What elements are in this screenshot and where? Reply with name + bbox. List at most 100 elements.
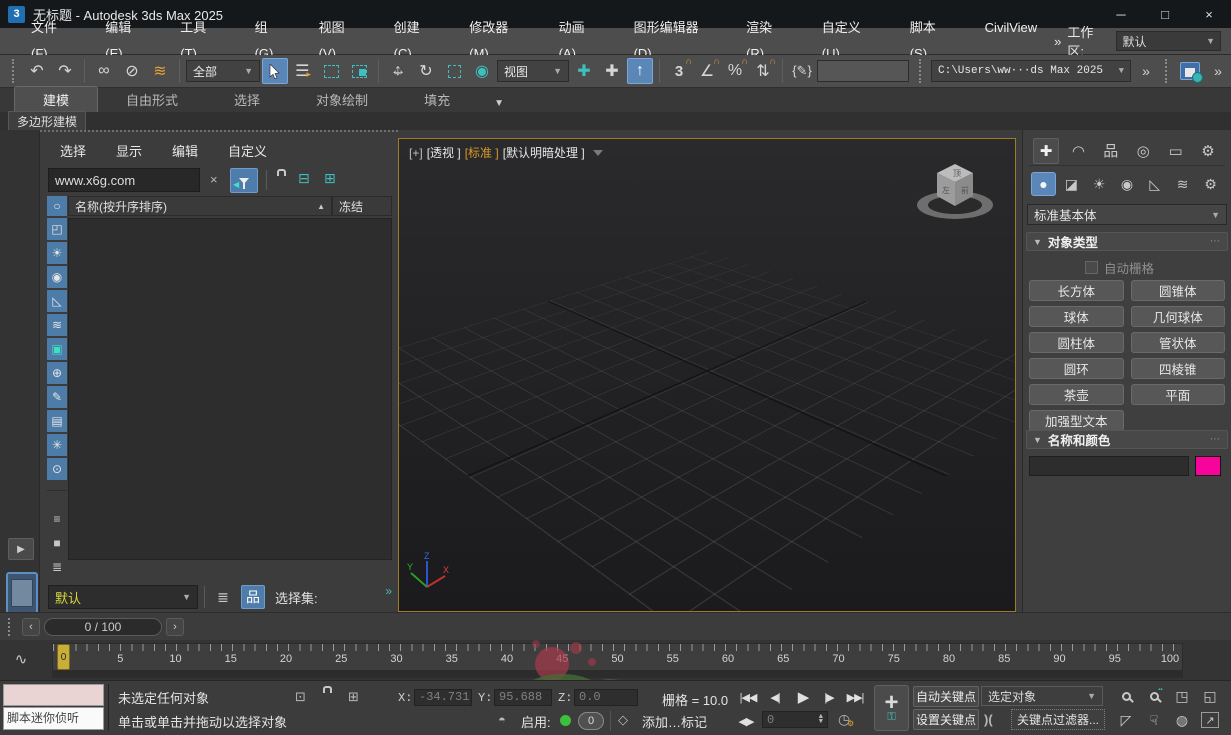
explorer-search-input[interactable] [48,168,200,192]
workspace-dropdown[interactable]: 默认 ▼ [1116,31,1221,51]
name-column-header[interactable]: 名称(按升序排序) ▲ [68,196,332,216]
viewport-menu-style[interactable]: [标准 ] [465,144,499,161]
primitive-button[interactable]: 四棱锥 [1131,358,1226,379]
bind-spacewarp-icon[interactable]: ≋ [147,58,173,84]
solid-view-icon[interactable]: ■ [47,532,67,554]
detail-view-icon[interactable]: ≣ [47,556,67,578]
ribbon-tab-modeling[interactable]: 建模 [14,86,98,112]
geometry-category-icon[interactable]: ● [1031,172,1056,196]
modify-tab-icon[interactable]: ◠ [1065,138,1091,164]
primitive-category-dropdown[interactable]: 标准基本体 ▼ [1027,204,1227,225]
primitive-button[interactable]: 球体 [1029,306,1124,327]
display-cameras-icon[interactable]: ◉ [47,266,67,288]
display-groups-icon[interactable]: ▣ [47,338,67,360]
perspective-viewport[interactable]: [+] [透视 ] [标准 ] [默认明暗处理 ] 顶 左 前 Z X Y [398,138,1016,612]
select-scale-button[interactable] [441,58,467,84]
select-manipulate-button[interactable]: ✚ [599,58,625,84]
undo-icon[interactable]: ↶ [24,58,50,84]
select-rotate-button[interactable]: ↻ [413,58,439,84]
keyboard-override-button[interactable]: ↑ [627,58,653,84]
name-color-rollout-header[interactable]: ▼ 名称和颜色 ⋯ [1026,430,1228,449]
select-object-button[interactable] [262,58,288,84]
object-name-input[interactable] [1029,456,1189,476]
add-marker-text[interactable]: 添加…标记 [642,712,707,731]
zoom-region-icon[interactable]: ◸ [1114,709,1138,731]
clear-search-icon[interactable]: × [210,172,218,187]
ref-coord-dropdown[interactable]: 视图 ▼ [497,60,569,82]
expand-strip-button[interactable]: ▶ [8,538,34,560]
x-coord-field[interactable]: -34.731 [414,689,472,706]
systems-category-icon[interactable]: ⚙ [1198,172,1223,196]
explorer-menu-item[interactable]: 编辑 [172,141,198,160]
key-filters-button[interactable]: 关键点过滤器... [1011,709,1105,730]
use-center-button[interactable]: ✚ [571,58,597,84]
time-slider-handle[interactable]: 0 [57,644,70,670]
link-icon[interactable]: ∞ [91,58,117,84]
filter-button[interactable]: ◀ [230,168,258,193]
current-frame-field[interactable]: 0 ▲ ▼ [762,711,828,728]
zoom-extents-all-icon[interactable]: ◱ [1198,685,1222,707]
per-view-filter-icon[interactable] [593,150,603,156]
shapes-category-icon[interactable]: ◪ [1059,172,1084,196]
pan-icon[interactable]: ☟ [1142,709,1166,731]
viewport-menu-pov[interactable]: [透视 ] [427,144,461,161]
display-bones-icon[interactable]: ✎ [47,386,67,408]
mini-track-bar[interactable] [52,671,1183,678]
shield-toggle-icon[interactable]: ◓ [498,712,506,727]
primitive-button[interactable]: 圆环 [1029,358,1124,379]
explorer-menu-item[interactable]: 选择 [60,141,86,160]
percent-snap-button[interactable]: % ∩ [722,58,748,84]
project-path-dropdown[interactable]: C:\Users\ww···ds Max 2025 ▼ [931,60,1131,82]
explorer-overflow-icon[interactable]: » [385,584,392,598]
spinner-snap-button[interactable]: ⇅ ∩ [750,58,776,84]
select-by-name-button[interactable]: ☰ ▸ [290,58,316,84]
window-crossing-button[interactable] [346,58,372,84]
zoom-icon[interactable] [1114,685,1138,707]
hierarchy-mode-icon[interactable]: 品 [241,585,265,609]
select-place-button[interactable]: ◉ [469,58,495,84]
set-key-button[interactable]: 设置关键点 [913,709,979,730]
goto-end-button[interactable]: ▶▶| [842,687,868,707]
toolbar-overflow-icon[interactable]: » [1133,58,1159,84]
scene-object-list[interactable] [68,218,392,560]
layers-icon[interactable]: ≣ [211,585,235,609]
explorer-menu-item[interactable]: 自定义 [228,141,267,160]
autobackup-save-icon[interactable] [1177,58,1203,84]
y-coord-field[interactable]: 95.688 [494,689,552,706]
redo-icon[interactable]: ↷ [52,58,78,84]
selection-filter-dropdown[interactable]: 全部 ▼ [186,60,260,82]
key-selection-dropdown[interactable]: 选定对象 ▼ [981,686,1103,706]
polygon-modeling-panel-button[interactable]: 多边形建模 [8,111,86,132]
unlink-icon[interactable]: ⊘ [119,58,145,84]
timeline-ruler[interactable]: 0 5 10 15 20 25 30 35 40 45 50 55 60 65 70 75 80 85 90 95 10… [52,643,1183,671]
ribbon-tab-selection[interactable]: 选择 [206,87,288,112]
set-keys-button[interactable]: + ⚿ [874,685,909,731]
key-mode-toggle[interactable]: ◀▶ [736,711,756,731]
object-type-rollout-header[interactable]: ▼ 对象类型 ⋯ [1026,232,1228,251]
display-helpers-icon[interactable]: ◺ [47,290,67,312]
cube-marker-icon[interactable]: ◇ [618,712,628,728]
display-particles-icon[interactable]: ✳ [47,434,67,456]
z-coord-field[interactable]: 0.0 [574,689,638,706]
ribbon-tab-freeform[interactable]: 自由形式 [98,87,206,112]
select-move-button[interactable]: ↔ ↕ [385,58,411,84]
zoom-extents-icon[interactable]: ◳ [1170,685,1194,707]
utilities-tab-icon[interactable]: ⚙ [1195,138,1221,164]
toolbar-grip[interactable] [12,59,16,83]
maximize-viewport-icon[interactable]: ↗ [1201,712,1219,728]
menu-overflow-icon[interactable]: » [1054,34,1059,49]
named-sets-dropdown[interactable] [817,60,909,82]
angle-snap-button[interactable]: ∠ ∩ [694,58,720,84]
snaps-toggle-button[interactable]: 3 ∩ [666,58,692,84]
primitive-button[interactable]: 平面 [1131,384,1226,405]
motion-tab-icon[interactable]: ◎ [1130,138,1156,164]
named-sets-button[interactable]: {✎} [789,58,815,84]
view-cube[interactable]: 顶 左 前 [909,151,1001,231]
viewport-layout-tab-button[interactable] [6,572,38,614]
play-button[interactable]: ▶ [790,687,816,707]
hierarchy-tab-icon[interactable]: 品 [1098,138,1124,164]
object-color-swatch[interactable] [1195,456,1221,476]
frozen-column-header[interactable]: 冻结 [332,196,392,216]
key-tangent-icon[interactable]: )( [984,712,993,727]
ribbon-minimize-icon[interactable]: ▼ [488,95,510,112]
